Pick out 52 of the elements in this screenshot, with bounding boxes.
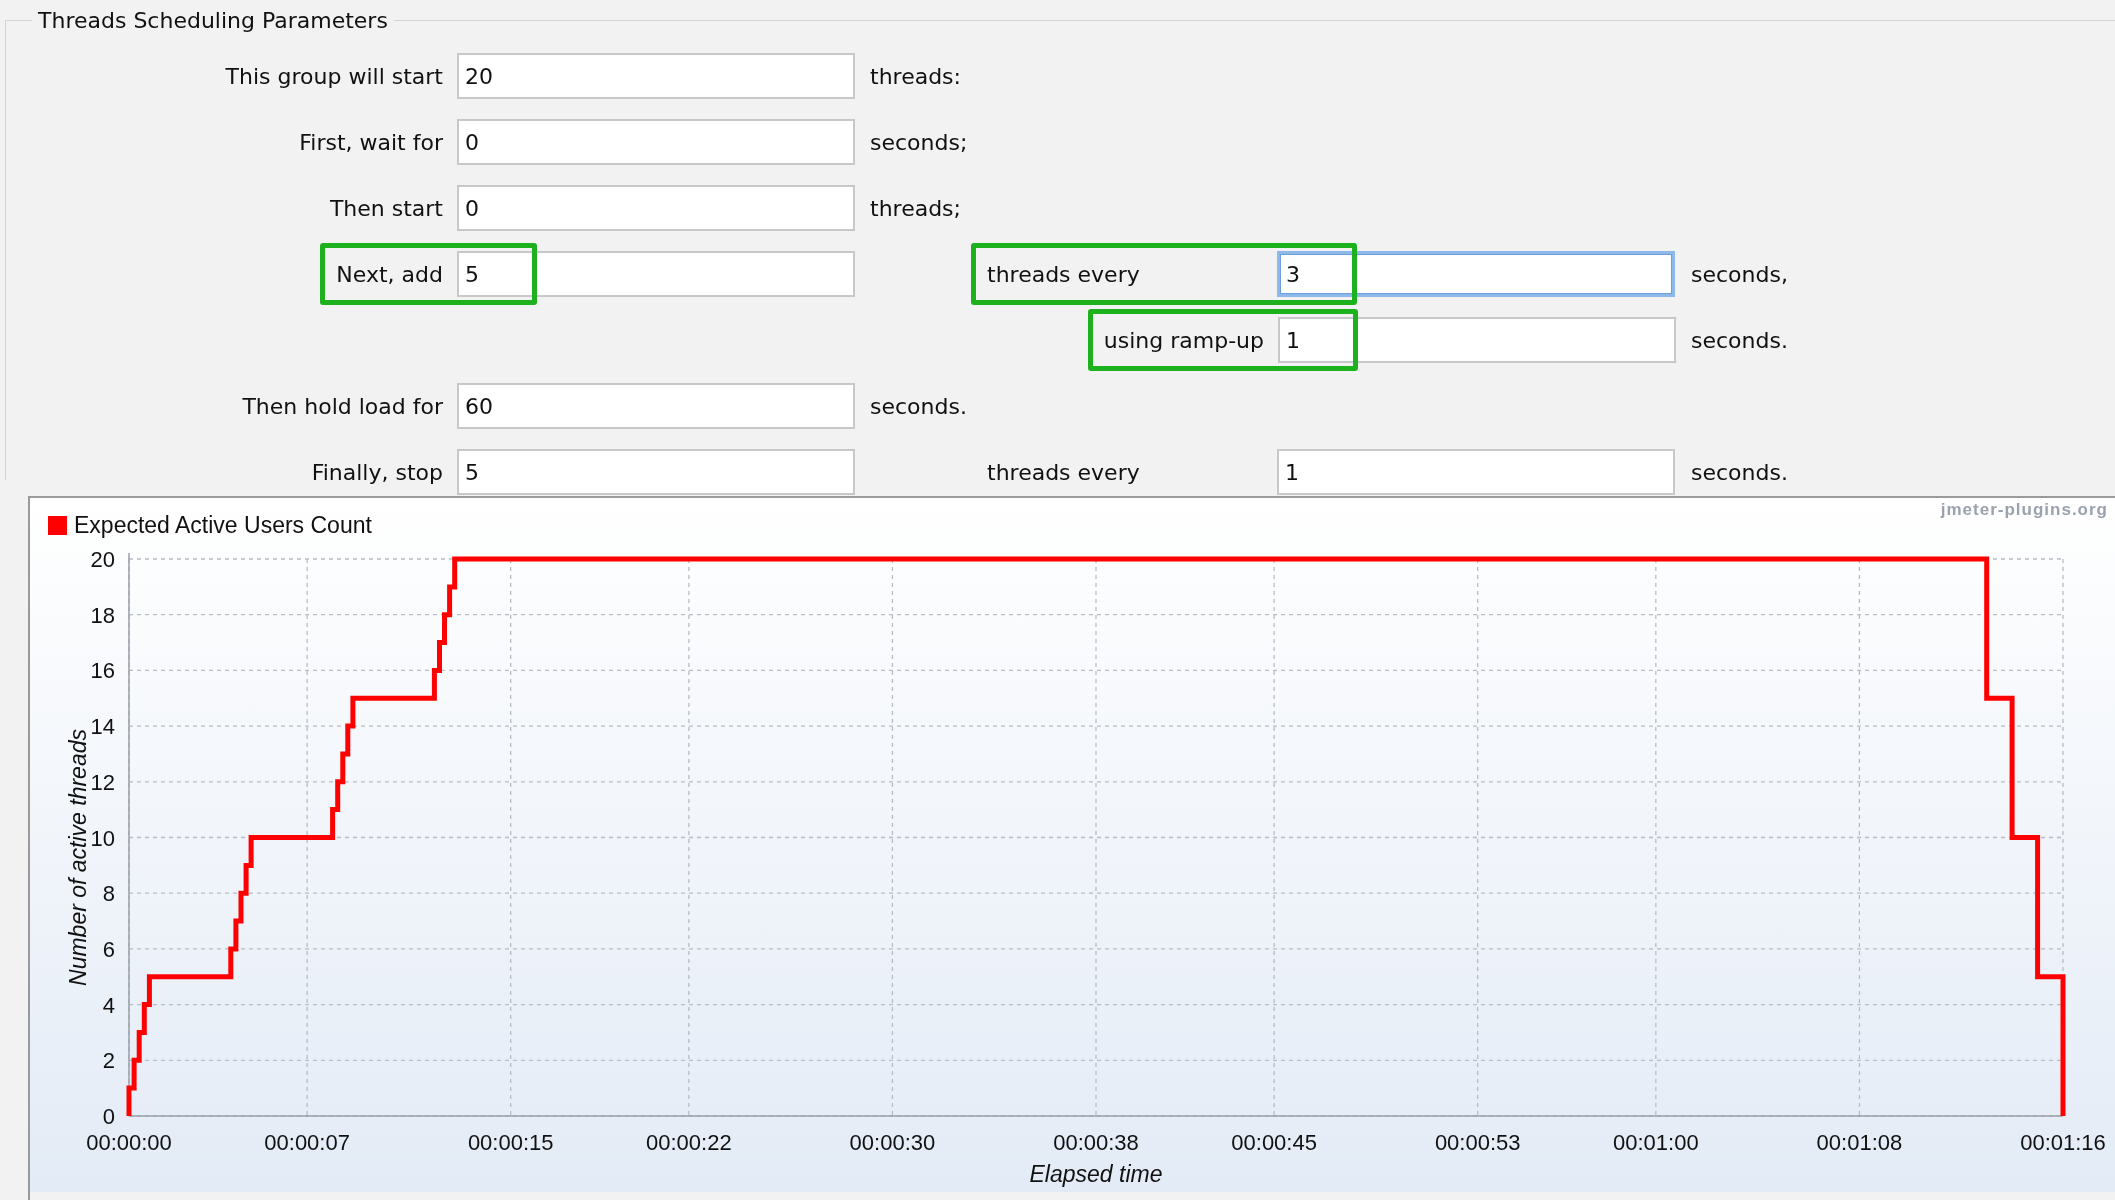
y-tick-label: 12 xyxy=(90,769,115,795)
y-tick-label: 4 xyxy=(102,992,115,1018)
y-tick-label: 14 xyxy=(90,714,115,740)
x-tick-label: 00:01:16 xyxy=(2020,1130,2106,1155)
input-field[interactable]: 0 xyxy=(457,185,855,231)
field-label: First, wait for xyxy=(299,129,443,155)
field-label: Finally, stop xyxy=(311,459,443,485)
x-tick-label: 00:00:07 xyxy=(264,1130,350,1155)
input-field[interactable]: 60 xyxy=(457,383,855,429)
input-field[interactable]: 1 xyxy=(1278,317,1676,363)
y-tick-label: 18 xyxy=(90,602,115,628)
legend-label: Expected Active Users Count xyxy=(74,512,372,538)
unit-label: seconds. xyxy=(870,393,967,419)
unit-label: seconds. xyxy=(1691,459,1788,485)
x-tick-label: 00:00:45 xyxy=(1231,1130,1317,1155)
y-tick-label: 16 xyxy=(90,658,115,684)
field-label: Then start xyxy=(329,195,443,221)
y-tick-label: 6 xyxy=(102,936,115,962)
x-tick-label: 00:00:00 xyxy=(86,1130,172,1155)
watermark-text: jmeter-plugins.org xyxy=(1940,500,2108,519)
y-tick-label: 20 xyxy=(90,547,115,572)
y-axis-title: Number of active threads xyxy=(65,729,91,986)
x-tick-label: 00:00:53 xyxy=(1434,1130,1521,1155)
input-field[interactable]: 3 xyxy=(1277,251,1675,297)
input-field[interactable]: 0 xyxy=(457,119,855,165)
x-tick-label: 00:00:22 xyxy=(646,1130,732,1155)
y-tick-label: 0 xyxy=(102,1104,115,1129)
x-axis-title: Elapsed time xyxy=(1029,1161,1163,1187)
y-tick-label: 10 xyxy=(90,825,115,851)
unit-label: threads; xyxy=(870,195,961,221)
unit-label: seconds, xyxy=(1691,261,1788,287)
field-label: using ramp-up xyxy=(1103,327,1264,353)
input-field[interactable]: 5 xyxy=(457,251,855,297)
field-label: threads every xyxy=(987,459,1141,485)
field-label: Then hold load for xyxy=(242,393,443,419)
unit-label: threads: xyxy=(870,63,961,89)
x-tick-label: 00:01:00 xyxy=(1613,1130,1699,1155)
x-tick-label: 00:00:15 xyxy=(467,1130,554,1155)
x-tick-label: 00:01:08 xyxy=(1816,1130,1903,1155)
field-label: Next, add xyxy=(336,261,443,287)
y-tick-label: 8 xyxy=(102,881,115,907)
y-tick-label: 2 xyxy=(102,1048,115,1074)
input-field[interactable]: 5 xyxy=(457,449,855,495)
unit-label: seconds; xyxy=(870,129,968,155)
group-title: Threads Scheduling Parameters xyxy=(37,8,389,33)
field-label: This group will start xyxy=(225,63,443,89)
x-tick-label: 00:00:38 xyxy=(1053,1130,1139,1155)
input-field[interactable]: 1 xyxy=(1277,449,1675,495)
unit-label: seconds. xyxy=(1691,327,1788,353)
x-tick-label: 00:00:30 xyxy=(849,1130,936,1155)
field-label: threads every xyxy=(987,261,1141,287)
input-field[interactable]: 20 xyxy=(457,53,855,99)
